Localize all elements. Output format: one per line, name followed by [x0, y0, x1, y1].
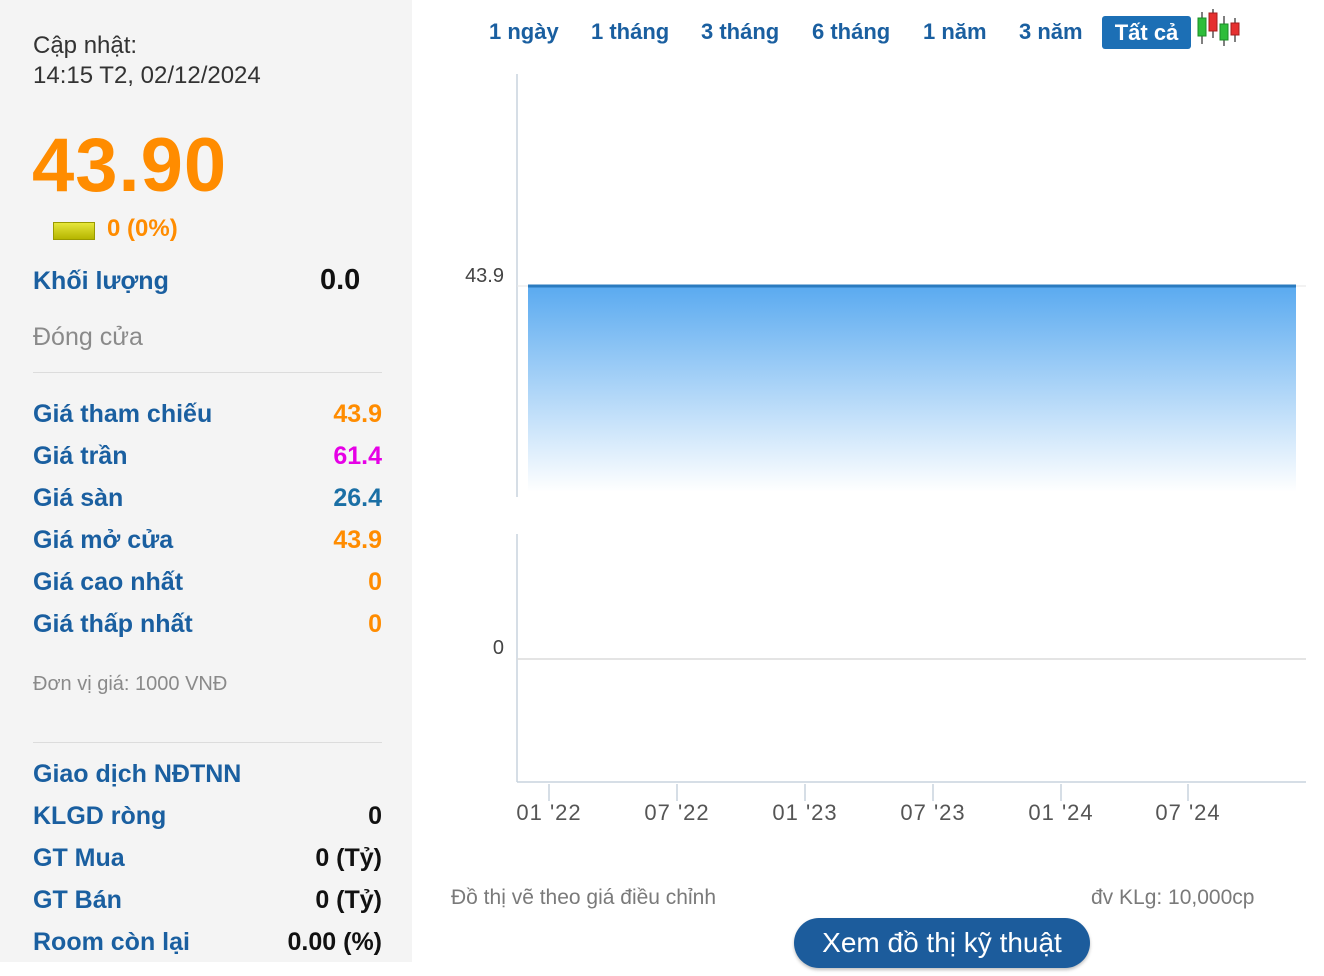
- x-tick-label: 07 '22: [644, 800, 709, 825]
- foreign-stat-value: 0 (Tỷ): [315, 886, 382, 914]
- y-tick-label: 0: [493, 637, 504, 659]
- x-tick-label: 07 '23: [900, 800, 965, 825]
- foreign-stat-label: Room còn lại: [33, 928, 190, 956]
- stock-quote-widget: Cập nhật: 14:15 T2, 02/12/2024 43.90 0 (…: [0, 0, 1324, 976]
- foreign-stat-value: 0.00 (%): [287, 928, 382, 956]
- x-tick-label: 01 '22: [516, 800, 581, 825]
- y-tick-label: 43.9: [465, 265, 504, 287]
- volume-unit-note: đv KLg: 10,000cp: [1091, 886, 1255, 909]
- foreign-stat-label: GT Bán: [33, 886, 122, 914]
- price-area: [528, 286, 1296, 492]
- x-tick-label: 01 '23: [772, 800, 837, 825]
- x-tick-label: 01 '24: [1028, 800, 1093, 825]
- x-tick-label: 07 '24: [1155, 800, 1220, 825]
- view-technical-chart-button[interactable]: Xem đồ thị kỹ thuật: [794, 918, 1090, 968]
- price-chart: 43.9 0 01 '22 07 '22 01 '23 07 '23 01 '24 07 '2…: [465, 74, 1306, 825]
- adjusted-price-note: Đồ thị vẽ theo giá điều chỉnh: [451, 886, 717, 909]
